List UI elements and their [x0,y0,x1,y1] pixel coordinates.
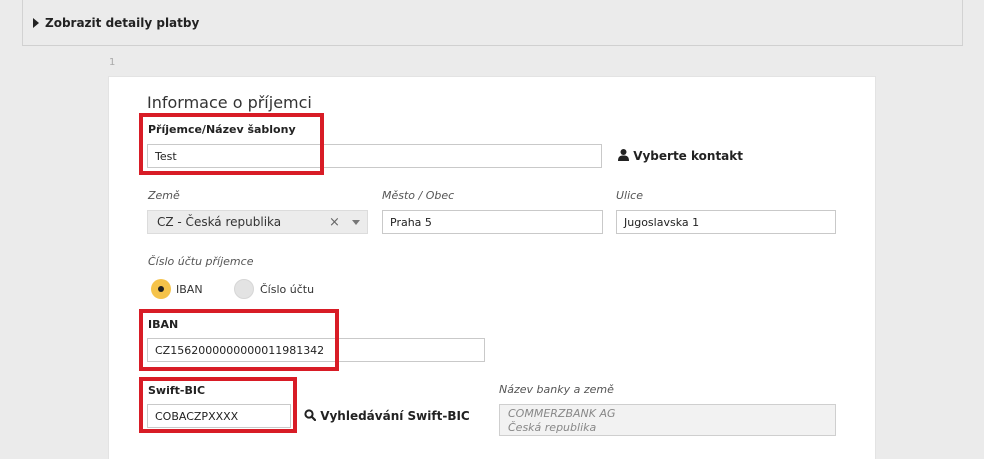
caret-right-icon [33,18,39,28]
account-type-label: Číslo účtu příjemce [148,255,254,268]
radio-account-number[interactable] [234,279,254,299]
bank-country: Česká republika [508,421,597,434]
highlight-swift [139,377,297,433]
city-label: Město / Obec [382,189,455,202]
highlight-iban [139,309,339,371]
divider [22,45,963,46]
radio-iban[interactable] [151,279,171,299]
radio-iban-label: IBAN [176,283,203,296]
bank-label: Název banky a země [499,383,614,396]
select-contact-label: Vyberte kontakt [633,149,743,163]
street-label: Ulice [616,189,643,202]
swift-search-button[interactable]: Vyhledávání Swift-BIC [304,409,470,423]
highlight-recipient-name [139,113,324,175]
bank-name: COMMERZBANK AG [508,407,616,420]
country-select-value: CZ - Česká republika [157,215,282,229]
search-icon [304,409,317,422]
section-title: Informace o příjemci [147,93,312,112]
street-input[interactable]: Jugoslavska 1 [616,210,836,234]
select-contact-button[interactable]: Vyberte kontakt [618,149,743,163]
radio-account-number-label: Číslo účtu [260,283,315,296]
chevron-down-icon[interactable] [352,220,360,225]
person-icon [618,149,629,161]
swift-search-label: Vyhledávání Swift-BIC [320,409,470,423]
city-input[interactable]: Praha 5 [382,210,603,234]
show-payment-details-label: Zobrazit detaily platby [45,16,200,30]
bank-name-field: COMMERZBANK AG Česká republika [499,404,836,436]
step-number: 1 [109,57,116,68]
country-label: Země [148,189,180,202]
clear-icon[interactable]: × [329,215,340,230]
show-payment-details-toggle[interactable]: Zobrazit detaily platby [33,16,199,30]
